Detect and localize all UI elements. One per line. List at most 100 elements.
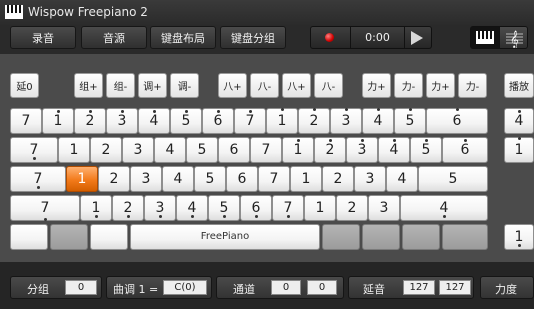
sustain-value-1[interactable]: 127 xyxy=(403,280,435,295)
key-plus-button[interactable]: 调+ xyxy=(138,73,167,98)
channel-value-2[interactable]: 0 xyxy=(307,280,337,295)
keyboard-group-button[interactable]: 键盘分组 xyxy=(220,26,286,49)
piano-app-icon xyxy=(5,5,23,19)
key-row4-9[interactable]: 1 xyxy=(304,195,336,221)
key-row5-ctrl-right[interactable] xyxy=(442,224,488,250)
key-row1-4[interactable]: 3 xyxy=(106,108,138,134)
key-row5-side[interactable]: 1 xyxy=(504,224,534,250)
key-row4-1[interactable]: 7 xyxy=(10,195,80,221)
title-bar: Wispow Freepiano 2 xyxy=(0,0,534,25)
key-row3-13[interactable]: 5 xyxy=(418,166,488,192)
key-row2-6[interactable]: 5 xyxy=(186,137,218,163)
key-row2-12[interactable]: 4 xyxy=(378,137,410,163)
key-status: 曲调 1 = C(0) xyxy=(106,276,212,299)
key-row2-8[interactable]: 7 xyxy=(250,137,282,163)
key-row2-14[interactable]: 6 xyxy=(442,137,488,163)
key-row1-2[interactable]: 1 xyxy=(42,108,74,134)
octave-minus-button-2[interactable]: 八- xyxy=(314,73,343,98)
sustain-value-2[interactable]: 127 xyxy=(439,280,471,295)
sustain-zero-button[interactable]: 延0 xyxy=(10,73,39,98)
sustain-label: 延音 xyxy=(363,283,385,296)
channel-label: 通道 xyxy=(233,283,255,296)
key-row4-11[interactable]: 3 xyxy=(368,195,400,221)
group-plus-button[interactable]: 组+ xyxy=(74,73,103,98)
key-row3-8[interactable]: 7 xyxy=(258,166,290,192)
key-row4-10[interactable]: 2 xyxy=(336,195,368,221)
key-row4-7[interactable]: 6 xyxy=(240,195,272,221)
key-row3-9[interactable]: 1 xyxy=(290,166,322,192)
key-row4-12[interactable]: 4 xyxy=(400,195,488,221)
group-label: 分组 xyxy=(27,283,49,296)
key-row5-alt-left[interactable] xyxy=(90,224,128,250)
group-value[interactable]: 0 xyxy=(65,280,97,295)
velocity-plus-button-2[interactable]: 力+ xyxy=(426,73,455,98)
sound-source-button[interactable]: 音源 xyxy=(81,26,147,49)
channel-status: 通道 0 0 xyxy=(216,276,344,299)
play-button[interactable] xyxy=(405,27,431,48)
key-row2-5[interactable]: 4 xyxy=(154,137,186,163)
key-row5-win-right[interactable] xyxy=(362,224,400,250)
octave-plus-button[interactable]: 八+ xyxy=(218,73,247,98)
key-row1-12[interactable]: 4 xyxy=(362,108,394,134)
play-button-side[interactable]: 播放 xyxy=(504,73,534,98)
key-minus-button[interactable]: 调- xyxy=(170,73,199,98)
keyboard-layout-button[interactable]: 键盘布局 xyxy=(150,26,216,49)
channel-value-1[interactable]: 0 xyxy=(271,280,301,295)
key-row3-12[interactable]: 4 xyxy=(386,166,418,192)
velocity-minus-button[interactable]: 力- xyxy=(394,73,423,98)
key-row5-ctrl-left[interactable] xyxy=(10,224,48,250)
key-row3-7[interactable]: 6 xyxy=(226,166,258,192)
key-row2-1[interactable]: 7 xyxy=(10,137,58,163)
key-row1-3[interactable]: 2 xyxy=(74,108,106,134)
key-row3-10[interactable]: 2 xyxy=(322,166,354,192)
key-row1-9[interactable]: 1 xyxy=(266,108,298,134)
record-toggle-button[interactable] xyxy=(311,27,351,48)
key-row2-7[interactable]: 6 xyxy=(218,137,250,163)
key-row2-3[interactable]: 2 xyxy=(90,137,122,163)
key-row5-win-left[interactable] xyxy=(50,224,88,250)
key-row3-3[interactable]: 2 xyxy=(98,166,130,192)
octave-plus-button-2[interactable]: 八+ xyxy=(282,73,311,98)
key-row1-side[interactable]: 4 xyxy=(504,108,534,134)
group-status: 分组 0 xyxy=(10,276,102,299)
key-row4-5[interactable]: 4 xyxy=(176,195,208,221)
key-row2-10[interactable]: 2 xyxy=(314,137,346,163)
key-row1-14[interactable]: 6 xyxy=(426,108,488,134)
key-row2-9[interactable]: 1 xyxy=(282,137,314,163)
score-view-button[interactable]: 𝄞 xyxy=(499,27,527,48)
key-row2-4[interactable]: 3 xyxy=(122,137,154,163)
key-row3-5[interactable]: 4 xyxy=(162,166,194,192)
key-row2-side[interactable]: 1 xyxy=(504,137,534,163)
key-row3-11[interactable]: 3 xyxy=(354,166,386,192)
key-row3-2-active[interactable]: 1 xyxy=(66,166,98,192)
velocity-minus-button-2[interactable]: 力- xyxy=(458,73,487,98)
key-row5-menu[interactable] xyxy=(402,224,440,250)
key-row4-2[interactable]: 1 xyxy=(80,195,112,221)
key-row4-8[interactable]: 7 xyxy=(272,195,304,221)
key-row1-11[interactable]: 3 xyxy=(330,108,362,134)
key-row3-1[interactable]: 7 xyxy=(10,166,66,192)
piano-view-button[interactable] xyxy=(471,27,499,48)
key-row1-13[interactable]: 5 xyxy=(394,108,426,134)
key-row1-6[interactable]: 5 xyxy=(170,108,202,134)
key-row2-11[interactable]: 3 xyxy=(346,137,378,163)
velocity-plus-button[interactable]: 力+ xyxy=(362,73,391,98)
key-row2-13[interactable]: 5 xyxy=(410,137,442,163)
octave-minus-button[interactable]: 八- xyxy=(250,73,279,98)
key-row3-6[interactable]: 5 xyxy=(194,166,226,192)
group-minus-button[interactable]: 组- xyxy=(106,73,135,98)
key-row1-1[interactable]: 7 xyxy=(10,108,42,134)
key-row5-alt-right[interactable] xyxy=(322,224,360,250)
key-row1-7[interactable]: 6 xyxy=(202,108,234,134)
key-row3-4[interactable]: 3 xyxy=(130,166,162,192)
record-button[interactable]: 录音 xyxy=(10,26,76,49)
key-row4-4[interactable]: 3 xyxy=(144,195,176,221)
key-value[interactable]: C(0) xyxy=(163,280,207,295)
key-row1-10[interactable]: 2 xyxy=(298,108,330,134)
key-row4-6[interactable]: 5 xyxy=(208,195,240,221)
key-row2-2[interactable]: 1 xyxy=(58,137,90,163)
key-space-freepiano[interactable]: FreePiano xyxy=(130,224,320,250)
key-row4-3[interactable]: 2 xyxy=(112,195,144,221)
key-row1-8[interactable]: 7 xyxy=(234,108,266,134)
key-row1-5[interactable]: 4 xyxy=(138,108,170,134)
